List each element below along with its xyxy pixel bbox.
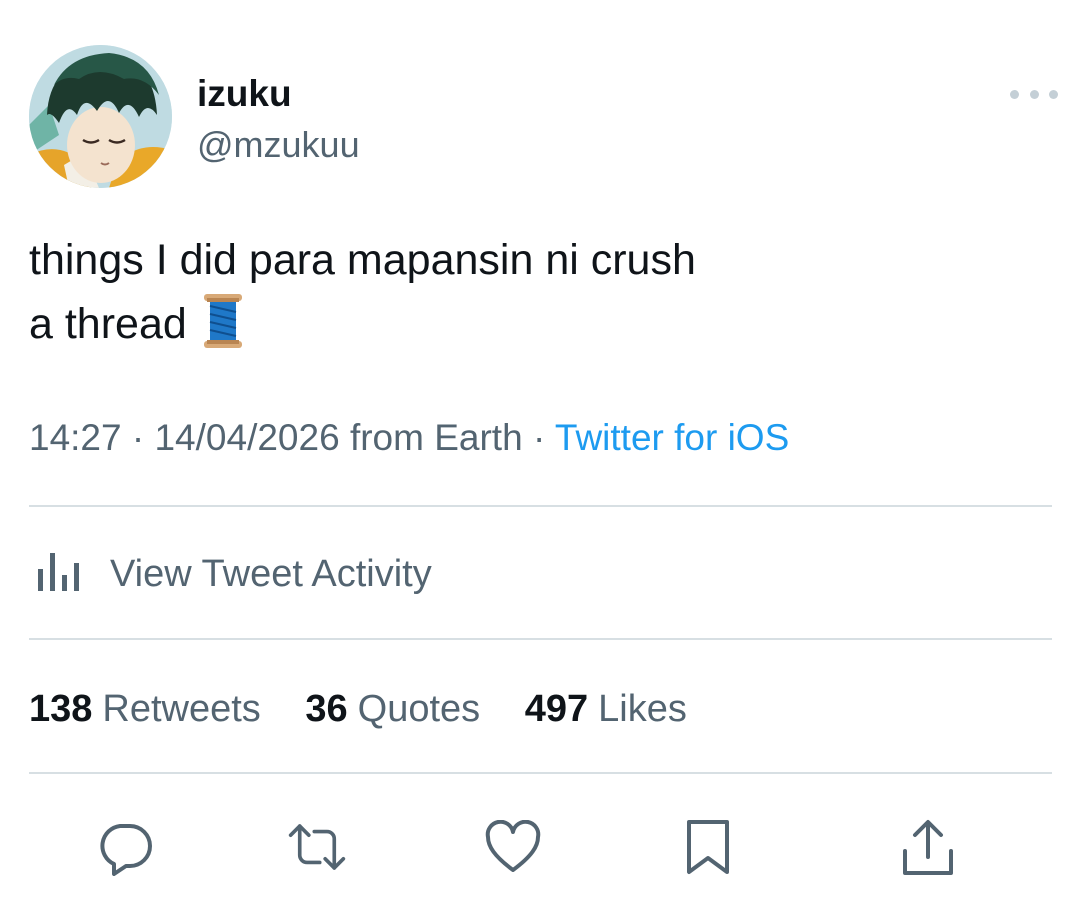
spool-of-thread-icon: [201, 294, 245, 366]
tweet-action-bar: [0, 817, 1080, 877]
tweet-text: things I did para mapansin ni crush a th…: [29, 228, 1039, 366]
tweet-location: from Earth: [339, 417, 523, 458]
divider: [29, 505, 1052, 507]
tweet-time[interactable]: 14:27: [29, 417, 122, 458]
view-tweet-activity-button[interactable]: View Tweet Activity: [34, 548, 432, 600]
tweet-line-2: a thread: [29, 292, 1039, 366]
divider: [29, 772, 1052, 774]
likes-label: Likes: [598, 688, 687, 730]
tweet-meta: 14:27 · 14/04/2026 from Earth · Twitter …: [29, 414, 789, 462]
tweet-source-link[interactable]: Twitter for iOS: [555, 417, 789, 458]
more-dot: [1049, 89, 1058, 99]
retweets-count: 138: [29, 688, 93, 730]
tweet-date[interactable]: 14/04/2026: [154, 417, 339, 458]
bookmark-icon[interactable]: [678, 817, 738, 877]
quotes-label: Quotes: [357, 688, 481, 730]
more-dot: [1010, 89, 1019, 99]
view-tweet-activity-label: View Tweet Activity: [110, 553, 432, 595]
meta-separator: ·: [121, 417, 155, 458]
retweets-label: Retweets: [102, 688, 261, 730]
retweet-icon[interactable]: [287, 817, 347, 877]
tweet-line-2-text: a thread: [29, 300, 187, 348]
analytics-icon: [34, 551, 86, 598]
quotes-count: 36: [305, 688, 348, 730]
likes-stat[interactable]: 497 Likes: [525, 684, 687, 734]
tweet-line-1: things I did para mapansin ni crush: [29, 236, 696, 284]
likes-count: 497: [524, 688, 589, 730]
quotes-stat[interactable]: 36 Quotes: [305, 684, 480, 734]
user-handle[interactable]: @mzukuu: [197, 124, 360, 166]
tweet-stats: 138 Retweets 36 Quotes 497 Likes: [29, 684, 721, 734]
avatar[interactable]: [29, 45, 172, 188]
more-options-icon[interactable]: [1010, 80, 1058, 108]
like-icon[interactable]: [483, 817, 543, 877]
share-icon[interactable]: [898, 817, 958, 877]
retweets-stat[interactable]: 138 Retweets: [29, 684, 261, 734]
meta-separator: ·: [522, 417, 555, 458]
avatar-image: [29, 45, 172, 188]
reply-icon[interactable]: [95, 817, 155, 877]
divider: [29, 638, 1052, 640]
display-name[interactable]: izuku: [197, 72, 292, 116]
more-dot: [1029, 89, 1039, 99]
